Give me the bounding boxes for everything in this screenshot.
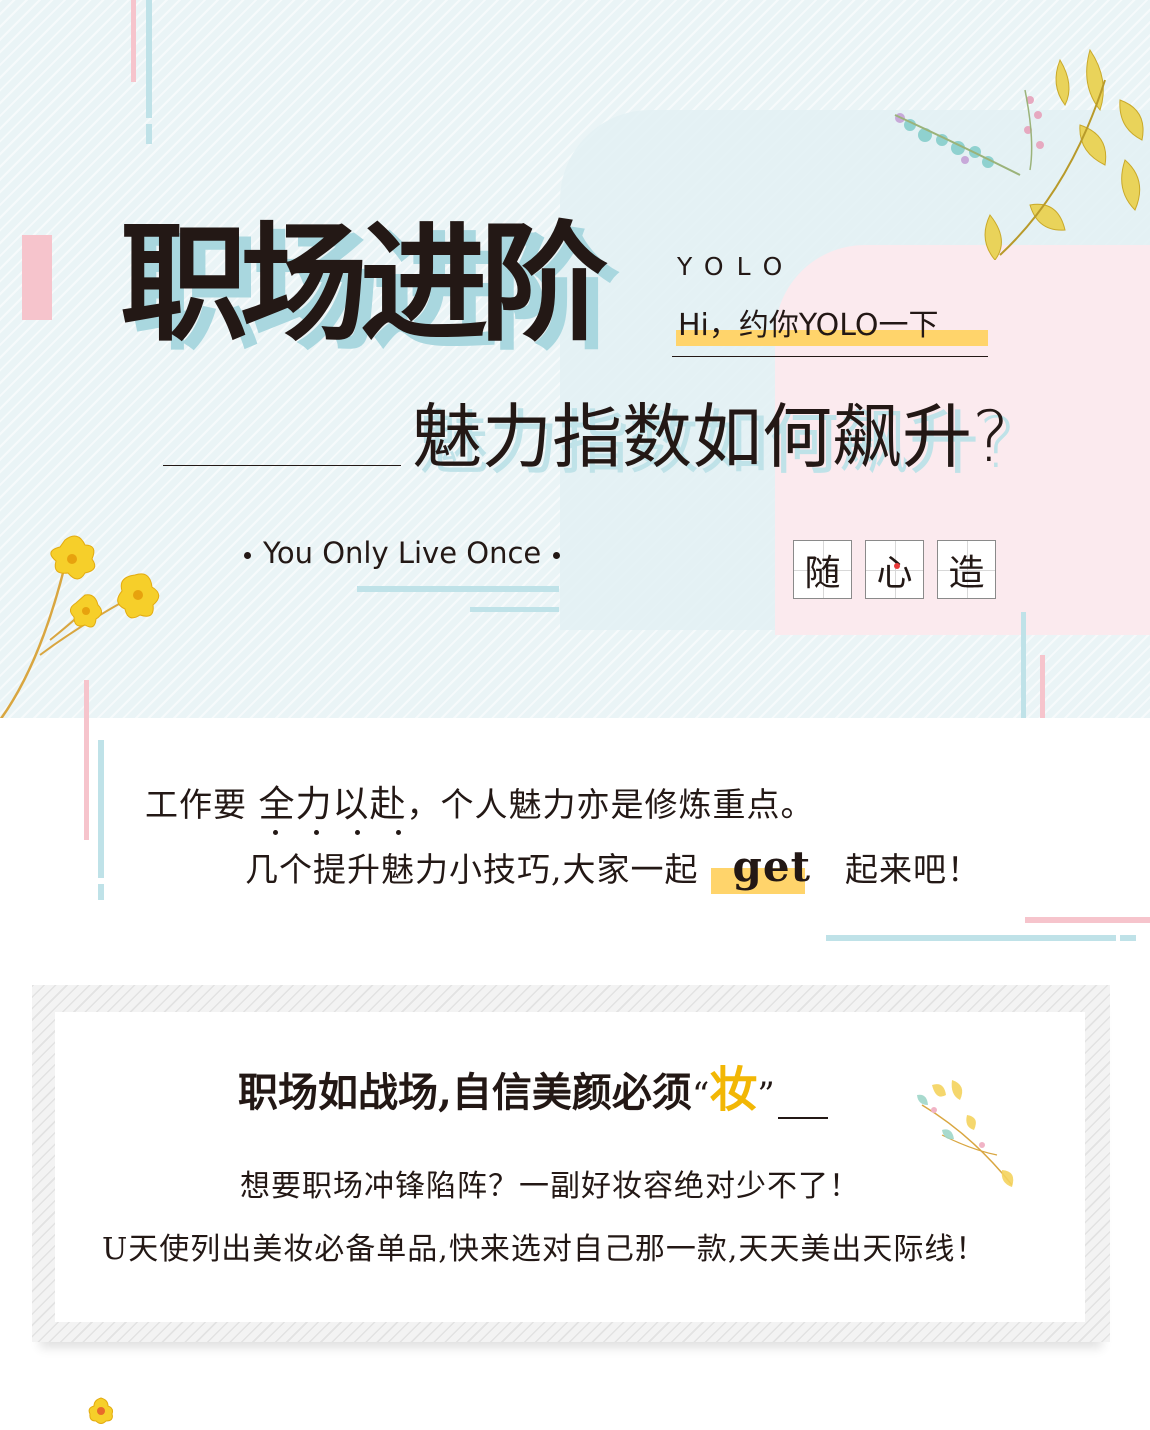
intro-emphasis-text: 全力以赴 <box>258 784 407 825</box>
emphasis-dots <box>272 830 401 835</box>
intro-line2-after: 起来吧！ <box>845 850 981 889</box>
motto-bar-long <box>357 586 559 592</box>
deco-line-bottom-blue <box>826 935 1116 941</box>
motto-dot-right <box>553 551 561 559</box>
intro-emphasis: 全力以赴 <box>258 780 407 835</box>
deco-dash-pink <box>131 0 136 82</box>
deco-line-left-blue-dash <box>98 884 104 900</box>
deco-dash-blue-small <box>146 124 152 144</box>
card-title-underline <box>778 1117 828 1119</box>
intro-line1-after: ，个人魅力亦是修炼重点。 <box>406 785 815 824</box>
stamp-char: 造 <box>948 552 985 594</box>
intro-line-1: 工作要 全力以赴 ，个人魅力亦是修炼重点。 <box>145 780 815 835</box>
card-body-line-2: U天使列出美妆必备单品,快来选对自己那一款,天天美出天际线！ <box>102 1232 987 1267</box>
card-quote-close: ” <box>757 1075 775 1115</box>
card-title-main: 职场如战场,自信美颜必须 <box>238 1069 692 1116</box>
stamp-sui: 随 <box>793 540 852 599</box>
deco-line-left-blue <box>98 740 104 878</box>
stamp-xin: 心 <box>865 540 924 599</box>
stamp-red-dot <box>894 563 900 569</box>
hi-tagline: Hi，约你YOLO一下 <box>672 306 988 358</box>
intro-line1-before: 工作要 <box>145 785 247 824</box>
card-quote-open: “ <box>691 1075 710 1115</box>
stamp-zao: 造 <box>937 540 996 599</box>
deco-line-left-pink <box>84 680 89 840</box>
intro-line2-before: 几个提升魅力小技巧,大家一起 <box>245 850 699 889</box>
hero-banner: 职场进阶 职场进阶 YOLO Hi，约你YOLO一下 魅力指数如何飙升? You… <box>0 0 1150 718</box>
title-pink-accent <box>22 235 52 320</box>
deco-line-right-pink <box>1040 655 1045 718</box>
hi-text: Hi，约你YOLO一下 <box>678 308 939 343</box>
hi-underline <box>672 356 988 357</box>
hero-title: 职场进阶 职场进阶 <box>120 200 680 370</box>
motto: You Only Live Once <box>232 533 572 573</box>
motto-dot-left <box>244 551 251 559</box>
get-text: get <box>732 842 811 891</box>
leaf-branch-icon <box>894 48 1144 260</box>
motto-bar-short <box>470 607 559 612</box>
deco-dash-blue <box>146 0 152 118</box>
deco-line-bottom-pink <box>1025 917 1150 923</box>
card-body-line-1: 想要职场冲锋陷阵？一副好妆容绝对少不了！ <box>240 1169 860 1204</box>
stamp-char: 心 <box>876 552 913 594</box>
deco-line-right-blue <box>1021 612 1026 718</box>
hero-subtitle: 魅力指数如何飙升? <box>412 396 1010 478</box>
card-title-highlight: 妆 <box>709 1062 758 1118</box>
flower-sprig-icon <box>917 1080 1014 1187</box>
stamp-char: 随 <box>804 552 841 594</box>
card-title: 职场如战场,自信美颜必须“妆” <box>238 1060 775 1125</box>
small-yellow-bloom-icon <box>88 1397 113 1424</box>
intro-line-2: 几个提升魅力小技巧,大家一起 get 起来吧！ <box>245 842 981 895</box>
subtitle-rule <box>163 465 401 466</box>
motto-text: You Only Live Once <box>263 536 542 570</box>
yolo-label: YOLO <box>677 252 796 281</box>
stamp-row: 随 心 造 <box>793 540 996 599</box>
hero-title-text: 职场进阶 <box>120 210 608 359</box>
deco-line-bottom-blue-dash <box>1120 935 1136 941</box>
get-highlight: get <box>710 842 830 895</box>
